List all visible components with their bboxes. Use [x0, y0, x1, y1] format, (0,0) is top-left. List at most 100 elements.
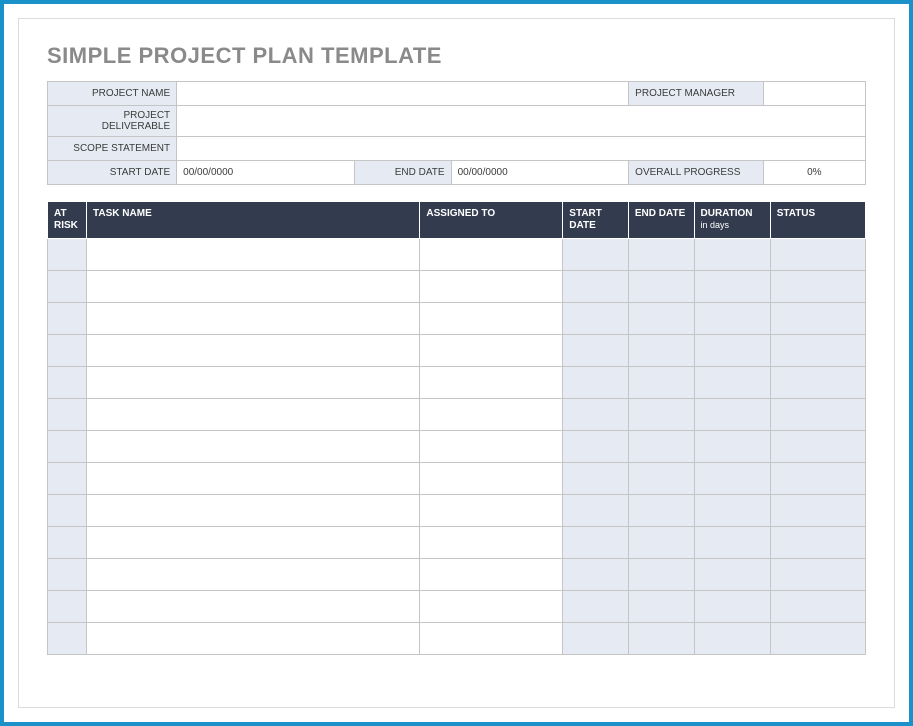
value-project-name[interactable] [177, 82, 629, 106]
cell-assigned-to[interactable] [420, 335, 563, 367]
cell-end-date[interactable] [628, 495, 694, 527]
header-duration: DURATION in days [694, 202, 770, 239]
cell-task-name[interactable] [87, 431, 420, 463]
value-start-date[interactable]: 00/00/0000 [177, 161, 355, 185]
cell-task-name[interactable] [87, 527, 420, 559]
cell-end-date[interactable] [628, 399, 694, 431]
cell-status[interactable] [770, 239, 865, 271]
cell-end-date[interactable] [628, 271, 694, 303]
cell-assigned-to[interactable] [420, 591, 563, 623]
cell-duration[interactable] [694, 463, 770, 495]
cell-task-name[interactable] [87, 399, 420, 431]
cell-assigned-to[interactable] [420, 623, 563, 655]
cell-status[interactable] [770, 527, 865, 559]
value-project-manager[interactable] [763, 82, 865, 106]
cell-status[interactable] [770, 463, 865, 495]
cell-at-risk[interactable] [48, 559, 87, 591]
value-overall-progress[interactable]: 0% [763, 161, 865, 185]
value-project-deliverable[interactable] [177, 106, 866, 137]
cell-status[interactable] [770, 303, 865, 335]
cell-end-date[interactable] [628, 591, 694, 623]
cell-start-date[interactable] [563, 591, 629, 623]
cell-start-date[interactable] [563, 271, 629, 303]
cell-status[interactable] [770, 623, 865, 655]
cell-end-date[interactable] [628, 239, 694, 271]
cell-duration[interactable] [694, 399, 770, 431]
cell-duration[interactable] [694, 239, 770, 271]
value-end-date[interactable]: 00/00/0000 [451, 161, 629, 185]
cell-end-date[interactable] [628, 303, 694, 335]
cell-assigned-to[interactable] [420, 367, 563, 399]
cell-at-risk[interactable] [48, 399, 87, 431]
cell-task-name[interactable] [87, 495, 420, 527]
cell-status[interactable] [770, 431, 865, 463]
cell-assigned-to[interactable] [420, 495, 563, 527]
cell-start-date[interactable] [563, 399, 629, 431]
cell-at-risk[interactable] [48, 367, 87, 399]
cell-task-name[interactable] [87, 623, 420, 655]
cell-task-name[interactable] [87, 335, 420, 367]
cell-status[interactable] [770, 335, 865, 367]
cell-start-date[interactable] [563, 527, 629, 559]
cell-assigned-to[interactable] [420, 431, 563, 463]
cell-duration[interactable] [694, 303, 770, 335]
value-scope-statement[interactable] [177, 137, 866, 161]
cell-end-date[interactable] [628, 559, 694, 591]
cell-duration[interactable] [694, 367, 770, 399]
cell-end-date[interactable] [628, 367, 694, 399]
cell-assigned-to[interactable] [420, 303, 563, 335]
cell-start-date[interactable] [563, 463, 629, 495]
cell-duration[interactable] [694, 591, 770, 623]
cell-status[interactable] [770, 591, 865, 623]
cell-task-name[interactable] [87, 303, 420, 335]
cell-status[interactable] [770, 399, 865, 431]
cell-start-date[interactable] [563, 431, 629, 463]
cell-at-risk[interactable] [48, 591, 87, 623]
cell-end-date[interactable] [628, 623, 694, 655]
cell-task-name[interactable] [87, 271, 420, 303]
cell-end-date[interactable] [628, 463, 694, 495]
cell-start-date[interactable] [563, 335, 629, 367]
cell-start-date[interactable] [563, 559, 629, 591]
cell-start-date[interactable] [563, 303, 629, 335]
cell-duration[interactable] [694, 623, 770, 655]
cell-start-date[interactable] [563, 239, 629, 271]
cell-at-risk[interactable] [48, 623, 87, 655]
cell-at-risk[interactable] [48, 239, 87, 271]
cell-task-name[interactable] [87, 367, 420, 399]
cell-at-risk[interactable] [48, 335, 87, 367]
cell-at-risk[interactable] [48, 527, 87, 559]
cell-assigned-to[interactable] [420, 239, 563, 271]
cell-assigned-to[interactable] [420, 271, 563, 303]
cell-end-date[interactable] [628, 527, 694, 559]
cell-end-date[interactable] [628, 431, 694, 463]
cell-end-date[interactable] [628, 335, 694, 367]
cell-assigned-to[interactable] [420, 399, 563, 431]
cell-duration[interactable] [694, 271, 770, 303]
cell-status[interactable] [770, 271, 865, 303]
cell-duration[interactable] [694, 559, 770, 591]
cell-at-risk[interactable] [48, 303, 87, 335]
cell-task-name[interactable] [87, 591, 420, 623]
header-task-name: TASK NAME [87, 202, 420, 239]
cell-at-risk[interactable] [48, 431, 87, 463]
cell-duration[interactable] [694, 431, 770, 463]
cell-at-risk[interactable] [48, 271, 87, 303]
cell-status[interactable] [770, 367, 865, 399]
cell-start-date[interactable] [563, 623, 629, 655]
cell-duration[interactable] [694, 335, 770, 367]
cell-task-name[interactable] [87, 239, 420, 271]
cell-at-risk[interactable] [48, 463, 87, 495]
cell-at-risk[interactable] [48, 495, 87, 527]
cell-start-date[interactable] [563, 367, 629, 399]
cell-assigned-to[interactable] [420, 463, 563, 495]
cell-assigned-to[interactable] [420, 559, 563, 591]
cell-status[interactable] [770, 559, 865, 591]
cell-task-name[interactable] [87, 559, 420, 591]
cell-start-date[interactable] [563, 495, 629, 527]
cell-status[interactable] [770, 495, 865, 527]
cell-duration[interactable] [694, 527, 770, 559]
cell-task-name[interactable] [87, 463, 420, 495]
cell-assigned-to[interactable] [420, 527, 563, 559]
cell-duration[interactable] [694, 495, 770, 527]
